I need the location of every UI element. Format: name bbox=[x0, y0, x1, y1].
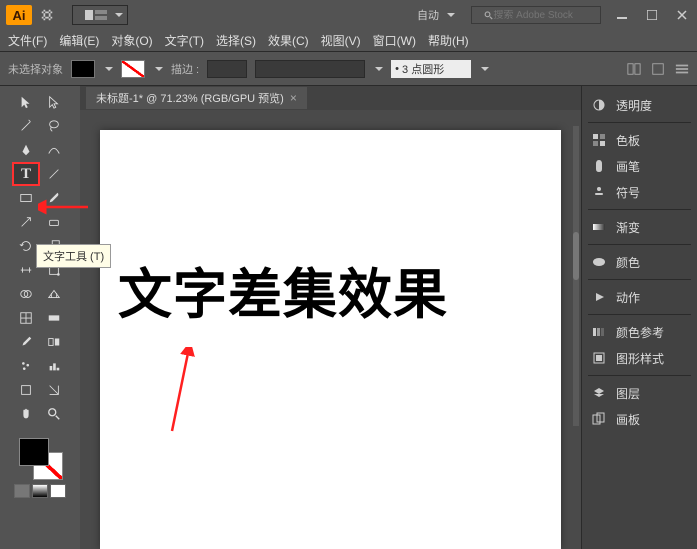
column-graph-tool[interactable] bbox=[40, 354, 68, 378]
brush-preset[interactable]: • 3 点圆形 bbox=[391, 60, 471, 78]
pen-tool[interactable] bbox=[12, 138, 40, 162]
lasso-tool[interactable] bbox=[40, 114, 68, 138]
chevron-down-icon[interactable] bbox=[447, 11, 455, 19]
bridge-icon[interactable] bbox=[40, 8, 54, 22]
annotation-arrow-1 bbox=[38, 198, 92, 216]
panel-layers[interactable]: 图层 bbox=[582, 380, 697, 406]
maximize-button[interactable] bbox=[635, 6, 661, 24]
artboard[interactable]: 文字差集效果 bbox=[100, 130, 561, 549]
chevron-down-icon[interactable] bbox=[481, 65, 489, 73]
shaper-tool[interactable] bbox=[12, 210, 40, 234]
hand-tool[interactable] bbox=[12, 402, 40, 426]
workspace-switcher[interactable] bbox=[72, 5, 128, 25]
curvature-tool[interactable] bbox=[40, 138, 68, 162]
panel-colorguide[interactable]: 颜色参考 bbox=[582, 319, 697, 345]
fill-swatch[interactable] bbox=[71, 60, 95, 78]
color-mode-none[interactable] bbox=[50, 484, 66, 498]
magic-wand-tool[interactable] bbox=[12, 114, 40, 138]
menu-edit[interactable]: 编辑(E) bbox=[59, 32, 99, 49]
line-tool[interactable] bbox=[40, 162, 68, 186]
scrollbar-thumb[interactable] bbox=[573, 232, 579, 280]
menu-effect[interactable]: 效果(C) bbox=[268, 32, 309, 49]
fill-color[interactable] bbox=[19, 438, 49, 466]
panel-color[interactable]: 颜色 bbox=[582, 249, 697, 275]
stroke-weight-input[interactable] bbox=[207, 60, 247, 78]
color-mode-solid[interactable] bbox=[14, 484, 30, 498]
vertical-scrollbar[interactable] bbox=[573, 126, 579, 426]
close-button[interactable] bbox=[665, 6, 691, 24]
search-icon bbox=[484, 10, 493, 21]
blend-tool[interactable] bbox=[40, 330, 68, 354]
stroke-swatch[interactable] bbox=[121, 60, 145, 78]
menu-view[interactable]: 视图(V) bbox=[321, 32, 361, 49]
slice-tool[interactable] bbox=[40, 378, 68, 402]
color-mode-gradient[interactable] bbox=[32, 484, 48, 498]
app-logo: Ai bbox=[6, 5, 32, 25]
stock-search-input[interactable] bbox=[493, 10, 596, 21]
mesh-tool[interactable] bbox=[12, 306, 40, 330]
selection-tool[interactable] bbox=[12, 90, 40, 114]
zoom-tool[interactable] bbox=[40, 402, 68, 426]
selection-status: 未选择对象 bbox=[8, 61, 63, 77]
panel-gradient[interactable]: 渐变 bbox=[582, 214, 697, 240]
artboard-tool[interactable] bbox=[12, 378, 40, 402]
stroke-label: 描边 : bbox=[171, 61, 199, 77]
chevron-down-icon[interactable] bbox=[155, 65, 163, 73]
align-icon[interactable] bbox=[627, 62, 641, 76]
panel-styles[interactable]: 图形样式 bbox=[582, 345, 697, 371]
panel-symbols[interactable]: 符号 bbox=[582, 179, 697, 205]
menu-select[interactable]: 选择(S) bbox=[216, 32, 256, 49]
menu-type[interactable]: 文字(T) bbox=[165, 32, 204, 49]
shape-builder-tool[interactable] bbox=[12, 282, 40, 306]
eyedropper-tool[interactable] bbox=[12, 330, 40, 354]
panel-brushes[interactable]: 画笔 bbox=[582, 153, 697, 179]
type-tool-tooltip: 文字工具 (T) bbox=[36, 244, 111, 268]
menu-help[interactable]: 帮助(H) bbox=[428, 32, 469, 49]
minimize-button[interactable] bbox=[605, 6, 631, 24]
stock-search[interactable] bbox=[471, 6, 601, 24]
perspective-grid-tool[interactable] bbox=[40, 282, 68, 306]
symbol-sprayer-tool[interactable] bbox=[12, 354, 40, 378]
transform-icon[interactable] bbox=[651, 62, 665, 76]
document-tab[interactable]: 未标题-1* @ 71.23% (RGB/GPU 预览) × bbox=[86, 87, 307, 109]
menu-object[interactable]: 对象(O) bbox=[111, 32, 152, 49]
close-tab-icon[interactable]: × bbox=[290, 91, 297, 105]
chevron-down-icon[interactable] bbox=[105, 65, 113, 73]
chevron-down-icon[interactable] bbox=[375, 65, 383, 73]
color-picker[interactable] bbox=[15, 436, 65, 482]
canvas-text-object[interactable]: 文字差集效果 bbox=[118, 250, 448, 329]
options-icon[interactable] bbox=[675, 62, 689, 76]
annotation-arrow-2 bbox=[160, 347, 200, 437]
sync-label: 自动 bbox=[417, 7, 439, 23]
direct-selection-tool[interactable] bbox=[40, 90, 68, 114]
menu-file[interactable]: 文件(F) bbox=[8, 32, 47, 49]
menu-window[interactable]: 窗口(W) bbox=[373, 32, 416, 49]
rectangle-tool[interactable] bbox=[12, 186, 40, 210]
stroke-profile-input[interactable] bbox=[255, 60, 365, 78]
type-tool[interactable]: T bbox=[12, 162, 40, 186]
toolbox: T bbox=[0, 86, 80, 549]
panel-actions[interactable]: 动作 bbox=[582, 284, 697, 310]
panel-dock: 透明度 色板 画笔 符号 渐变 颜色 动作 颜色参考 图形样式 图层 画板 bbox=[581, 86, 697, 549]
panel-swatches[interactable]: 色板 bbox=[582, 127, 697, 153]
document-tab-title: 未标题-1* @ 71.23% (RGB/GPU 预览) bbox=[96, 90, 284, 106]
gradient-tool[interactable] bbox=[40, 306, 68, 330]
panel-artboards[interactable]: 画板 bbox=[582, 406, 697, 432]
panel-transparency[interactable]: 透明度 bbox=[582, 92, 697, 118]
